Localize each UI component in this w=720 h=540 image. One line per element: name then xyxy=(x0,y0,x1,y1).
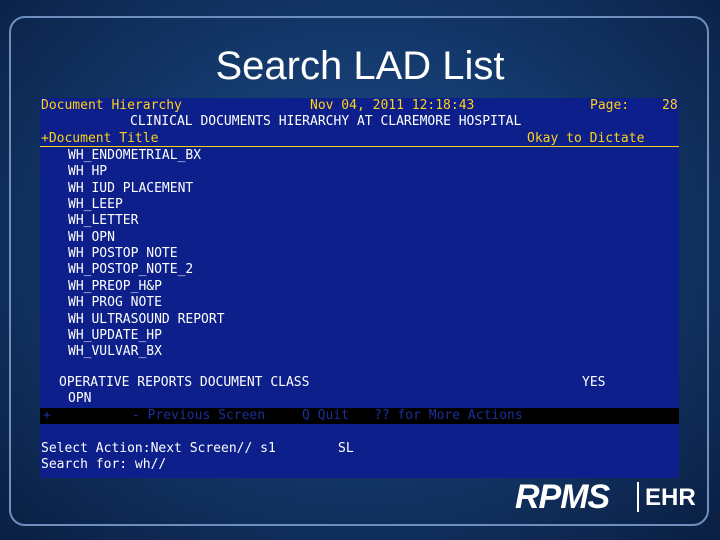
document-title: WH POSTOP NOTE xyxy=(68,246,178,262)
command-bar-marker: + xyxy=(43,408,51,423)
hierarchy-subtitle: CLINICAL DOCUMENTS HIERARCHY AT CLAREMOR… xyxy=(130,114,522,129)
document-title: WH HP xyxy=(68,164,108,180)
document-list-item[interactable]: WH_VULVAR_BX xyxy=(40,344,679,360)
document-list-item[interactable]: WH IUD PLACEMENT xyxy=(40,181,679,197)
document-list-item[interactable]: WH ULTRASOUND REPORT xyxy=(40,312,679,328)
document-title: WH_PREOP_H&P xyxy=(68,278,162,294)
document-list-item[interactable]: WH HP xyxy=(40,164,679,180)
document-title: WH PROG NOTE xyxy=(68,295,162,311)
header-datetime: Nov 04, 2011 12:18:43 xyxy=(310,98,475,113)
document-title: WH ULTRASOUND REPORT xyxy=(68,311,225,327)
document-title: WH_LEEP xyxy=(68,197,123,213)
document-title: WH_ENDOMETRIAL_BX xyxy=(68,148,202,163)
header-page-label: Page: xyxy=(590,98,630,113)
document-class-dictate: YES xyxy=(582,375,606,390)
document-class-name: OPERATIVE REPORTS DOCUMENT CLASS xyxy=(59,375,310,390)
action-prompt-row[interactable]: Select Action:Next Screen// s1 SL xyxy=(40,441,679,457)
logo-divider xyxy=(637,482,639,512)
terminal-subtitle-row: CLINICAL DOCUMENTS HIERARCHY AT CLAREMOR… xyxy=(40,114,679,130)
document-list-item[interactable]: WH_PREOP_H&P xyxy=(40,279,679,295)
command-previous-screen[interactable]: - Previous Screen xyxy=(132,408,265,424)
column-header-row: +Document Title Okay to Dictate xyxy=(40,131,679,147)
document-class-item-label: OPN xyxy=(68,391,92,406)
document-title: WH_VULVAR_BX xyxy=(68,344,162,360)
document-list-item[interactable]: WH_POSTOP_NOTE_2 xyxy=(40,262,679,278)
command-quit[interactable]: Q Quit xyxy=(302,408,349,424)
terminal-header-row: Document Hierarchy Nov 04, 2011 12:18:43… xyxy=(40,98,679,114)
document-list-item[interactable]: WH_ENDOMETRIAL_BX xyxy=(40,148,679,164)
search-prompt-row[interactable]: Search for: wh// xyxy=(40,457,679,473)
terminal-screen: Document Hierarchy Nov 04, 2011 12:18:43… xyxy=(40,98,679,478)
document-class-row[interactable]: OPERATIVE REPORTS DOCUMENT CLASS YES xyxy=(40,375,679,391)
header-page-number: 28 xyxy=(662,98,678,113)
logo-suffix: EHR xyxy=(645,484,696,511)
slide-title: Search LAD List xyxy=(215,44,505,88)
document-list-item[interactable]: WH_LEEP xyxy=(40,197,679,213)
document-class-item[interactable]: OPN xyxy=(40,391,679,407)
column-document-title: +Document Title xyxy=(41,131,159,146)
document-list-item[interactable]: WH_LETTER xyxy=(40,213,679,229)
select-action-prompt[interactable]: Select Action:Next Screen// s1 xyxy=(41,441,276,457)
column-okay-to-dictate: Okay to Dictate xyxy=(527,131,645,146)
document-title: WH_LETTER xyxy=(68,213,139,229)
rpms-ehr-logo: RPMS EHR xyxy=(515,478,696,516)
document-list-item[interactable]: WH POSTOP NOTE xyxy=(40,246,679,262)
document-list-item[interactable]: WH_UPDATE_HP xyxy=(40,328,679,344)
command-bar: + - Previous Screen Q Quit ?? for More A… xyxy=(40,408,679,424)
select-action-value: SL xyxy=(338,441,354,456)
logo-brand: RPMS xyxy=(515,478,610,516)
command-more-actions[interactable]: ?? for More Actions xyxy=(374,408,523,424)
document-title: WH_POSTOP_NOTE_2 xyxy=(68,262,194,278)
search-for-prompt[interactable]: Search for: wh// xyxy=(41,457,166,473)
document-list-item[interactable]: WH PROG NOTE xyxy=(40,295,679,311)
document-title: WH IUD PLACEMENT xyxy=(68,180,194,196)
document-list-item[interactable]: WH OPN xyxy=(40,230,679,246)
document-title: WH_UPDATE_HP xyxy=(68,327,162,343)
document-title: WH OPN xyxy=(68,229,115,245)
header-title: Document Hierarchy xyxy=(41,98,182,113)
